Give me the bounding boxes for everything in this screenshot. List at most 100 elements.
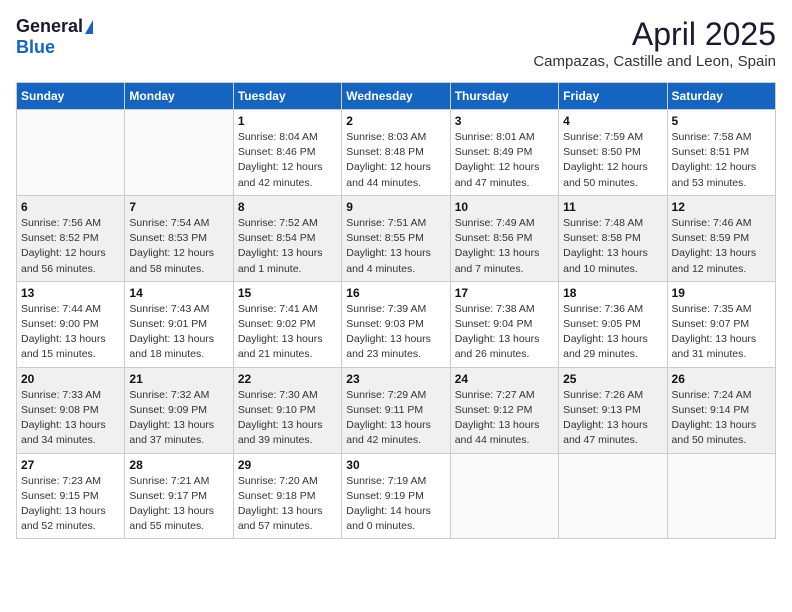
- calendar-week-row: 1 Sunrise: 8:04 AM Sunset: 8:46 PM Daylig…: [17, 110, 776, 196]
- calendar-cell: 20 Sunrise: 7:33 AM Sunset: 9:08 PM Dayli…: [17, 367, 125, 453]
- day-number: 18: [563, 286, 662, 300]
- day-number: 2: [346, 114, 445, 128]
- day-info: Sunrise: 7:19 AM Sunset: 9:19 PM Dayligh…: [346, 474, 445, 535]
- day-number: 16: [346, 286, 445, 300]
- logo-triangle-icon: [85, 20, 93, 34]
- day-info: Sunrise: 7:24 AM Sunset: 9:14 PM Dayligh…: [672, 388, 771, 449]
- day-number: 30: [346, 458, 445, 472]
- day-number: 21: [129, 372, 228, 386]
- calendar-cell: 13 Sunrise: 7:44 AM Sunset: 9:00 PM Dayli…: [17, 281, 125, 367]
- day-number: 28: [129, 458, 228, 472]
- calendar-cell: 3 Sunrise: 8:01 AM Sunset: 8:49 PM Daylig…: [450, 110, 558, 196]
- day-number: 24: [455, 372, 554, 386]
- calendar-day-header: Sunday: [17, 83, 125, 110]
- calendar-cell: 18 Sunrise: 7:36 AM Sunset: 9:05 PM Dayli…: [559, 281, 667, 367]
- day-info: Sunrise: 7:43 AM Sunset: 9:01 PM Dayligh…: [129, 302, 228, 363]
- calendar-cell: 8 Sunrise: 7:52 AM Sunset: 8:54 PM Daylig…: [233, 195, 341, 281]
- logo: General Blue: [16, 16, 93, 58]
- calendar-cell: 15 Sunrise: 7:41 AM Sunset: 9:02 PM Dayli…: [233, 281, 341, 367]
- day-number: 8: [238, 200, 337, 214]
- day-info: Sunrise: 7:27 AM Sunset: 9:12 PM Dayligh…: [455, 388, 554, 449]
- calendar-cell: 30 Sunrise: 7:19 AM Sunset: 9:19 PM Dayli…: [342, 453, 450, 539]
- title-section: April 2025 Campazas, Castille and Leon, …: [533, 16, 776, 70]
- day-number: 6: [21, 200, 120, 214]
- day-number: 17: [455, 286, 554, 300]
- day-info: Sunrise: 7:30 AM Sunset: 9:10 PM Dayligh…: [238, 388, 337, 449]
- day-info: Sunrise: 7:38 AM Sunset: 9:04 PM Dayligh…: [455, 302, 554, 363]
- page-header: General Blue April 2025 Campazas, Castil…: [16, 16, 776, 70]
- calendar-cell: 10 Sunrise: 7:49 AM Sunset: 8:56 PM Dayli…: [450, 195, 558, 281]
- day-info: Sunrise: 7:59 AM Sunset: 8:50 PM Dayligh…: [563, 130, 662, 191]
- day-number: 4: [563, 114, 662, 128]
- calendar-cell: 1 Sunrise: 8:04 AM Sunset: 8:46 PM Daylig…: [233, 110, 341, 196]
- calendar-cell: [125, 110, 233, 196]
- calendar-cell: 2 Sunrise: 8:03 AM Sunset: 8:48 PM Daylig…: [342, 110, 450, 196]
- calendar-table: SundayMondayTuesdayWednesdayThursdayFrid…: [16, 82, 776, 539]
- day-info: Sunrise: 7:20 AM Sunset: 9:18 PM Dayligh…: [238, 474, 337, 535]
- calendar-cell: [450, 453, 558, 539]
- day-number: 23: [346, 372, 445, 386]
- calendar-cell: 7 Sunrise: 7:54 AM Sunset: 8:53 PM Daylig…: [125, 195, 233, 281]
- day-info: Sunrise: 7:21 AM Sunset: 9:17 PM Dayligh…: [129, 474, 228, 535]
- calendar-cell: 25 Sunrise: 7:26 AM Sunset: 9:13 PM Dayli…: [559, 367, 667, 453]
- day-info: Sunrise: 7:56 AM Sunset: 8:52 PM Dayligh…: [21, 216, 120, 277]
- day-info: Sunrise: 8:01 AM Sunset: 8:49 PM Dayligh…: [455, 130, 554, 191]
- day-info: Sunrise: 7:35 AM Sunset: 9:07 PM Dayligh…: [672, 302, 771, 363]
- calendar-cell: 6 Sunrise: 7:56 AM Sunset: 8:52 PM Daylig…: [17, 195, 125, 281]
- calendar-day-header: Saturday: [667, 83, 775, 110]
- day-info: Sunrise: 7:44 AM Sunset: 9:00 PM Dayligh…: [21, 302, 120, 363]
- day-number: 15: [238, 286, 337, 300]
- day-number: 9: [346, 200, 445, 214]
- day-number: 13: [21, 286, 120, 300]
- day-number: 25: [563, 372, 662, 386]
- calendar-cell: 17 Sunrise: 7:38 AM Sunset: 9:04 PM Dayli…: [450, 281, 558, 367]
- calendar-cell: [559, 453, 667, 539]
- day-info: Sunrise: 8:04 AM Sunset: 8:46 PM Dayligh…: [238, 130, 337, 191]
- day-info: Sunrise: 7:26 AM Sunset: 9:13 PM Dayligh…: [563, 388, 662, 449]
- calendar-cell: [667, 453, 775, 539]
- calendar-cell: 9 Sunrise: 7:51 AM Sunset: 8:55 PM Daylig…: [342, 195, 450, 281]
- day-number: 26: [672, 372, 771, 386]
- calendar-week-row: 6 Sunrise: 7:56 AM Sunset: 8:52 PM Daylig…: [17, 195, 776, 281]
- calendar-cell: 23Sunrise: 7:29 AM Sunset: 9:11 PM Dayli…: [342, 367, 450, 453]
- calendar-cell: 11 Sunrise: 7:48 AM Sunset: 8:58 PM Dayli…: [559, 195, 667, 281]
- calendar-cell: [17, 110, 125, 196]
- day-number: 3: [455, 114, 554, 128]
- day-number: 19: [672, 286, 771, 300]
- calendar-cell: 21Sunrise: 7:32 AM Sunset: 9:09 PM Dayli…: [125, 367, 233, 453]
- day-number: 1: [238, 114, 337, 128]
- calendar-cell: 26 Sunrise: 7:24 AM Sunset: 9:14 PM Dayli…: [667, 367, 775, 453]
- calendar-week-row: 13 Sunrise: 7:44 AM Sunset: 9:00 PM Dayli…: [17, 281, 776, 367]
- calendar-cell: 16 Sunrise: 7:39 AM Sunset: 9:03 PM Dayli…: [342, 281, 450, 367]
- day-info: Sunrise: 7:23 AM Sunset: 9:15 PM Dayligh…: [21, 474, 120, 535]
- day-info: Sunrise: 7:54 AM Sunset: 8:53 PM Dayligh…: [129, 216, 228, 277]
- day-number: 10: [455, 200, 554, 214]
- day-number: 14: [129, 286, 228, 300]
- calendar-cell: 5Sunrise: 7:58 AM Sunset: 8:51 PM Daylig…: [667, 110, 775, 196]
- calendar-week-row: 27Sunrise: 7:23 AM Sunset: 9:15 PM Dayli…: [17, 453, 776, 539]
- day-info: Sunrise: 7:49 AM Sunset: 8:56 PM Dayligh…: [455, 216, 554, 277]
- day-number: 22: [238, 372, 337, 386]
- calendar-day-header: Monday: [125, 83, 233, 110]
- calendar-day-header: Wednesday: [342, 83, 450, 110]
- calendar-day-header: Friday: [559, 83, 667, 110]
- day-info: Sunrise: 7:51 AM Sunset: 8:55 PM Dayligh…: [346, 216, 445, 277]
- day-info: Sunrise: 7:48 AM Sunset: 8:58 PM Dayligh…: [563, 216, 662, 277]
- calendar-cell: 4 Sunrise: 7:59 AM Sunset: 8:50 PM Daylig…: [559, 110, 667, 196]
- day-info: Sunrise: 7:39 AM Sunset: 9:03 PM Dayligh…: [346, 302, 445, 363]
- calendar-cell: 14 Sunrise: 7:43 AM Sunset: 9:01 PM Dayli…: [125, 281, 233, 367]
- day-number: 5: [672, 114, 771, 128]
- day-number: 7: [129, 200, 228, 214]
- calendar-cell: 27Sunrise: 7:23 AM Sunset: 9:15 PM Dayli…: [17, 453, 125, 539]
- calendar-cell: 22 Sunrise: 7:30 AM Sunset: 9:10 PM Dayli…: [233, 367, 341, 453]
- calendar-day-header: Thursday: [450, 83, 558, 110]
- calendar-cell: 29Sunrise: 7:20 AM Sunset: 9:18 PM Dayli…: [233, 453, 341, 539]
- day-info: Sunrise: 7:41 AM Sunset: 9:02 PM Dayligh…: [238, 302, 337, 363]
- day-info: Sunrise: 7:33 AM Sunset: 9:08 PM Dayligh…: [21, 388, 120, 449]
- day-info: Sunrise: 7:52 AM Sunset: 8:54 PM Dayligh…: [238, 216, 337, 277]
- month-title: April 2025: [533, 16, 776, 53]
- day-number: 11: [563, 200, 662, 214]
- day-number: 20: [21, 372, 120, 386]
- day-info: Sunrise: 8:03 AM Sunset: 8:48 PM Dayligh…: [346, 130, 445, 191]
- day-info: Sunrise: 7:36 AM Sunset: 9:05 PM Dayligh…: [563, 302, 662, 363]
